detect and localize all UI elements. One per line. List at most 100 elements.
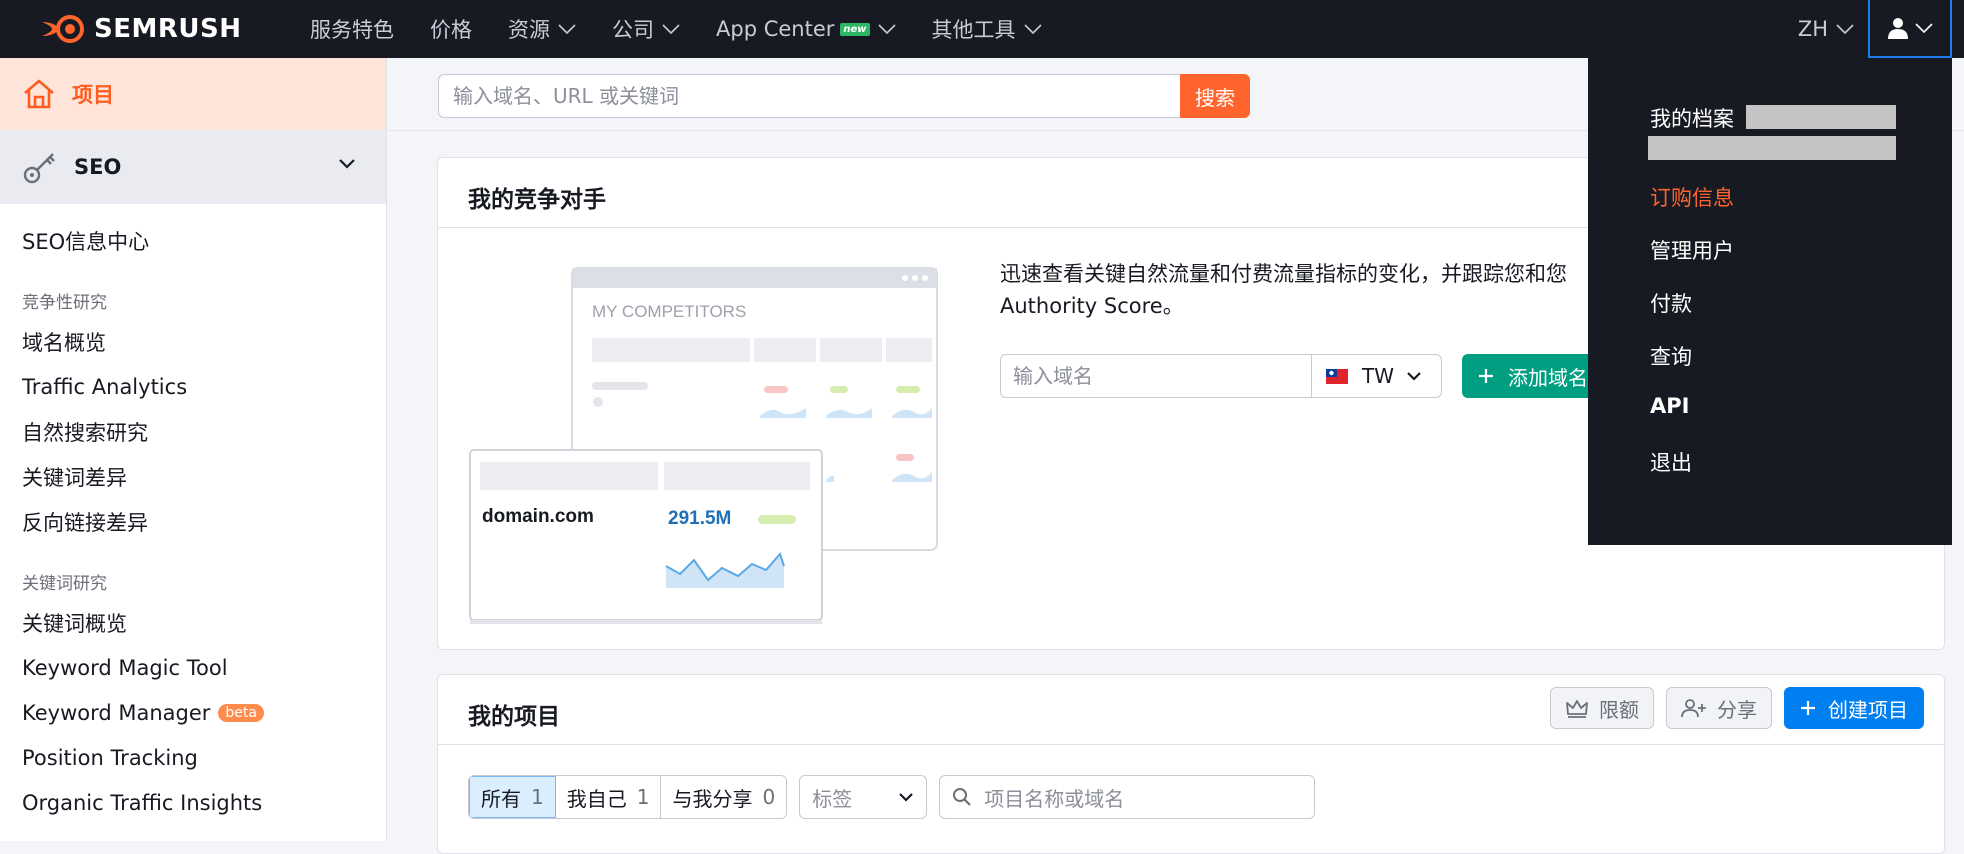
description-line: 迅速查看关键自然流量和付费流量指标的变化，并跟踪您和您 xyxy=(1000,262,1567,286)
new-badge: new xyxy=(840,22,870,36)
sidebar-item-keyword-manager-label: Keyword Manager xyxy=(22,700,211,725)
semrush-logo[interactable]: SEMRUSH xyxy=(40,14,310,44)
semrush-flame-icon xyxy=(42,15,84,43)
project-search-placeholder: 项目名称或域名 xyxy=(984,786,1125,811)
search-button[interactable]: 搜索 xyxy=(1180,74,1250,118)
filter-shared[interactable]: 与我分享 0 xyxy=(661,776,787,818)
sidebar-item-keyword-manager[interactable]: Keyword Manager beta xyxy=(0,690,386,735)
global-search-input[interactable] xyxy=(438,74,1180,118)
chevron-down-icon xyxy=(558,24,576,34)
nav-company[interactable]: 公司 xyxy=(612,14,680,44)
nav-features[interactable]: 服务特色 xyxy=(310,14,394,44)
nav-features-label: 服务特色 xyxy=(310,18,394,42)
sidebar-section-title: 竞争性研究 xyxy=(22,293,107,313)
sidebar-item-organic-research[interactable]: 自然搜索研究 xyxy=(0,409,386,454)
beta-badge: beta xyxy=(218,703,264,722)
filter-label: 我自己 xyxy=(566,786,627,811)
nav-app-center-label: App Center xyxy=(716,17,835,41)
chevron-down-icon xyxy=(662,24,680,34)
menu-item-payment[interactable]: 付款 xyxy=(1650,288,1692,318)
tag-select[interactable]: 标签 xyxy=(799,775,928,819)
ownership-filter: 所有 1 我自己 1 与我分享 0 xyxy=(468,775,788,819)
sidebar-item-keyword-gap[interactable]: 关键词差异 xyxy=(0,454,386,499)
home-icon xyxy=(24,79,54,109)
redacted-email xyxy=(1648,136,1896,160)
top-navigation-bar: SEMRUSH 服务特色 价格 资源 公司 App Center new 其他工… xyxy=(0,0,1964,58)
main-nav: 服务特色 价格 资源 公司 App Center new 其他工具 xyxy=(310,0,1078,58)
user-dropdown-menu: 我的档案 订购信息 管理用户 付款 查询 API 退出 xyxy=(1588,58,1952,545)
filter-mine[interactable]: 我自己 1 xyxy=(555,776,662,818)
menu-item-inquiries[interactable]: 查询 xyxy=(1650,341,1692,371)
sidebar: 项目 SEO SEO信息中心 竞争性研究 域名概览 Traffic Analyt… xyxy=(0,58,387,841)
filter-count: 0 xyxy=(762,785,776,809)
crown-icon xyxy=(1566,700,1588,718)
projects-filter-row: 所有 1 我自己 1 与我分享 0 标签 项目名称或域名 xyxy=(468,775,1316,819)
competitors-illustration: MY COMPETITORS domain.com 291.5M xyxy=(469,267,938,624)
sidebar-seo-menu: SEO信息中心 竞争性研究 域名概览 Traffic Analytics 自然搜… xyxy=(0,204,386,825)
my-projects-card: 我的项目 限额 分享 创建项目 所有 1 我自己 1 与我分享 0 标签 项目名… xyxy=(437,674,1945,854)
chevron-down-icon xyxy=(1023,24,1042,34)
sidebar-item-position-tracking[interactable]: Position Tracking xyxy=(0,735,386,780)
description-line: Authority Score。 xyxy=(1000,294,1184,318)
sidebar-item-keyword-overview[interactable]: 关键词概览 xyxy=(0,600,386,645)
share-button[interactable]: 分享 xyxy=(1666,687,1772,729)
taiwan-flag-icon xyxy=(1326,368,1348,384)
chevron-down-icon xyxy=(339,159,355,169)
language-label: ZH xyxy=(1797,17,1828,41)
user-menu-button[interactable] xyxy=(1868,0,1952,58)
create-project-label: 创建项目 xyxy=(1828,697,1908,722)
country-code: TW xyxy=(1362,364,1394,388)
key-icon xyxy=(23,153,55,184)
illustration-heading: MY COMPETITORS xyxy=(592,302,746,321)
sidebar-item-domain-overview[interactable]: 域名概览 xyxy=(0,319,386,364)
nav-app-center[interactable]: App Center new xyxy=(716,17,896,41)
chevron-down-icon xyxy=(1407,372,1421,381)
chevron-down-icon xyxy=(899,793,913,802)
chevron-down-icon xyxy=(877,24,896,34)
projects-actions: 限额 分享 创建项目 xyxy=(1538,687,1924,729)
sidebar-item-traffic-analytics[interactable]: Traffic Analytics xyxy=(0,364,386,409)
sidebar-item-seo[interactable]: SEO xyxy=(0,130,386,204)
limits-button[interactable]: 限额 xyxy=(1550,687,1654,729)
global-search: 搜索 xyxy=(438,74,1250,118)
sidebar-item-seo-label: SEO xyxy=(74,155,122,179)
menu-item-manage-users[interactable]: 管理用户 xyxy=(1650,235,1734,265)
sidebar-section-title: 关键词研究 xyxy=(22,574,107,594)
language-switcher[interactable]: ZH xyxy=(1798,0,1854,58)
nav-pricing[interactable]: 价格 xyxy=(430,14,472,44)
menu-item-subscription[interactable]: 订购信息 xyxy=(1650,182,1734,212)
menu-item-logout[interactable]: 退出 xyxy=(1650,447,1692,477)
filter-label: 所有 xyxy=(481,786,521,811)
tag-placeholder: 标签 xyxy=(812,786,853,811)
sidebar-item-projects[interactable]: 项目 xyxy=(0,58,386,130)
add-domain-label: 添加域名 xyxy=(1508,365,1588,390)
user-icon xyxy=(1888,18,1908,39)
create-project-button[interactable]: 创建项目 xyxy=(1784,687,1924,729)
brand-name: SEMRUSH xyxy=(94,14,242,44)
search-icon xyxy=(953,788,971,806)
country-select[interactable]: TW xyxy=(1312,354,1442,398)
nav-other-tools-label: 其他工具 xyxy=(931,18,1016,42)
chevron-down-icon xyxy=(1836,24,1854,34)
nav-other-tools[interactable]: 其他工具 xyxy=(932,14,1042,44)
limits-label: 限额 xyxy=(1599,697,1639,722)
sidebar-item-backlink-gap[interactable]: 反向链接差异 xyxy=(0,499,386,544)
plus-icon xyxy=(1479,369,1493,383)
nav-company-label: 公司 xyxy=(612,18,654,42)
menu-item-api[interactable]: API xyxy=(1650,394,1689,418)
redacted-username xyxy=(1746,105,1896,129)
filter-count: 1 xyxy=(636,785,650,809)
plus-icon xyxy=(1801,701,1815,715)
competitors-description: 迅速查看关键自然流量和付费流量指标的变化，并跟踪您和您 Authority Sc… xyxy=(1000,258,1620,322)
menu-item-profile[interactable]: 我的档案 xyxy=(1650,103,1734,133)
illustration-sample-value: 291.5M xyxy=(668,508,731,529)
filter-all[interactable]: 所有 1 xyxy=(469,776,556,818)
filter-count: 1 xyxy=(531,785,544,809)
project-search-input[interactable]: 项目名称或域名 xyxy=(939,775,1316,819)
domain-input[interactable] xyxy=(1000,354,1312,398)
nav-resources[interactable]: 资源 xyxy=(508,14,576,44)
sidebar-item-organic-traffic-insights[interactable]: Organic Traffic Insights xyxy=(0,780,386,825)
sidebar-item-keyword-magic-tool[interactable]: Keyword Magic Tool xyxy=(0,645,386,690)
sidebar-item-seo-hub[interactable]: SEO信息中心 xyxy=(0,218,386,263)
add-user-icon xyxy=(1681,699,1706,718)
